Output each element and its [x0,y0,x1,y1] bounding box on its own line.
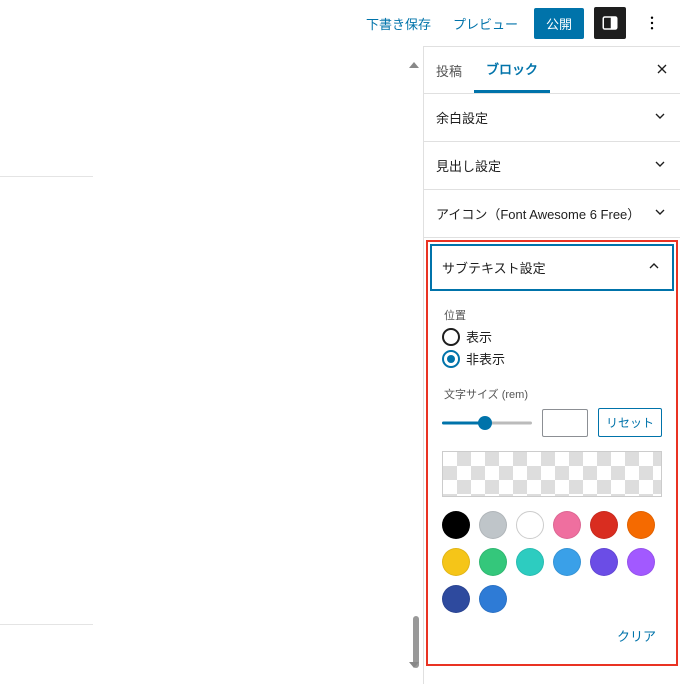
preview-button[interactable]: プレビュー [447,10,524,37]
canvas-divider [0,624,93,625]
color-swatch[interactable] [442,548,470,576]
panel-subtext-highlight: サブテキスト設定 位置 表示 非表示 文字サイズ (rem) [426,240,678,666]
chevron-down-icon [652,108,668,127]
color-swatch[interactable] [442,511,470,539]
panel-margin-header[interactable]: 余白設定 [424,94,680,141]
color-swatch[interactable] [627,511,655,539]
font-size-input[interactable] [542,409,588,437]
save-draft-button[interactable]: 下書き保存 [360,10,437,37]
more-menu-button[interactable] [636,7,668,39]
radio-hide-label: 非表示 [466,349,505,368]
font-size-row: リセット [442,408,662,437]
color-swatch[interactable] [479,548,507,576]
color-swatch[interactable] [442,585,470,613]
chevron-down-icon [652,204,668,223]
position-label: 位置 [444,307,662,323]
color-swatch[interactable] [627,548,655,576]
color-clear-button[interactable]: クリア [611,625,662,646]
radio-hide[interactable]: 非表示 [442,349,662,368]
color-swatch[interactable] [479,511,507,539]
chevron-down-icon [652,156,668,175]
radio-icon [442,328,460,346]
color-swatch[interactable] [516,548,544,576]
color-preview-transparent[interactable] [442,451,662,497]
color-swatch[interactable] [590,511,618,539]
scroll-up-arrow[interactable] [409,62,419,68]
close-icon [654,61,670,77]
color-swatch[interactable] [590,548,618,576]
panel-subtext: サブテキスト設定 [430,244,674,291]
slider-thumb[interactable] [478,416,492,430]
subtext-body: 位置 表示 非表示 文字サイズ (rem) [430,291,674,658]
chevron-up-icon [646,258,662,277]
radio-show-label: 表示 [466,327,492,346]
tab-post[interactable]: 投稿 [424,49,474,92]
publish-button[interactable]: 公開 [534,8,584,39]
font-size-reset-button[interactable]: リセット [598,408,662,437]
sidebar-tabs: 投稿 ブロック [424,47,680,94]
font-size-slider[interactable] [442,411,532,435]
panel-subtext-title: サブテキスト設定 [442,258,546,277]
settings-sidebar: 投稿 ブロック 余白設定 見出し設定 アイ [424,46,680,684]
panel-margin: 余白設定 [424,94,680,142]
color-swatch[interactable] [479,585,507,613]
color-swatches [442,511,662,613]
panel-heading-title: 見出し設定 [436,156,501,175]
canvas-divider [0,176,93,177]
settings-panel-toggle[interactable] [594,7,626,39]
editor-topbar: 下書き保存 プレビュー 公開 [0,0,680,46]
tab-block[interactable]: ブロック [474,47,550,93]
color-swatch[interactable] [553,511,581,539]
editor-canvas[interactable] [0,46,424,684]
panel-subtext-header[interactable]: サブテキスト設定 [432,246,672,289]
color-swatch[interactable] [553,548,581,576]
scrollbar-thumb[interactable] [413,616,419,668]
sidebar-close-button[interactable] [644,55,680,86]
panel-heading-header[interactable]: 見出し設定 [424,142,680,189]
panel-heading: 見出し設定 [424,142,680,190]
panel-margin-title: 余白設定 [436,108,488,127]
panel-icon-title: アイコン（Font Awesome 6 Free） [436,204,640,223]
sidebar-toggle-icon [601,14,619,32]
color-swatch[interactable] [516,511,544,539]
radio-show[interactable]: 表示 [442,327,662,346]
panel-icon-header[interactable]: アイコン（Font Awesome 6 Free） [424,190,680,237]
radio-icon [442,350,460,368]
scroll-down-arrow[interactable] [409,662,419,668]
font-size-label: 文字サイズ (rem) [444,386,662,402]
more-vertical-icon [643,14,661,32]
panel-icon: アイコン（Font Awesome 6 Free） [424,190,680,238]
